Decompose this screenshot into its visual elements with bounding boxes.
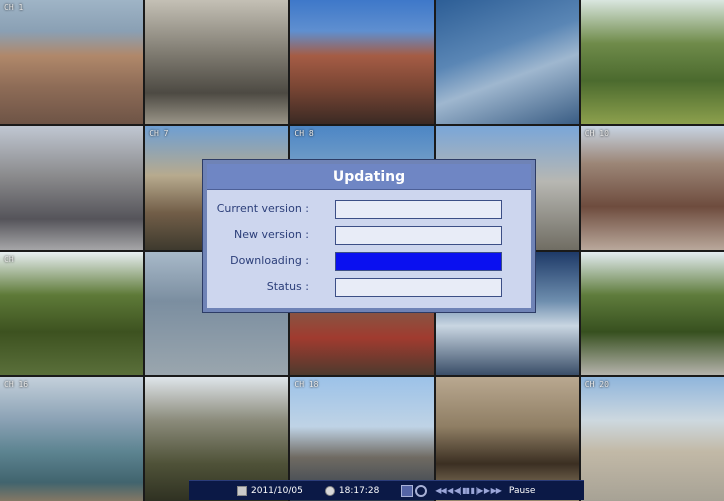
channel-label: CH	[4, 254, 14, 264]
update-dialog: Updating Current version : New version :…	[203, 160, 535, 312]
camera-tile[interactable]	[145, 0, 289, 124]
refresh-icon[interactable]	[415, 484, 428, 497]
download-progress-bar	[335, 252, 502, 271]
status-row: Status :	[207, 278, 531, 298]
new-version-label: New version :	[234, 228, 309, 241]
camera-tile[interactable]	[290, 0, 434, 124]
channel-label: CH 7	[149, 128, 169, 138]
calendar-icon	[237, 485, 247, 496]
camera-tile[interactable]	[580, 251, 724, 376]
playback-status-bar: 2011/10/05 18:17:28 ◀◀ ◀ ◀| ▮▮ ▮ |▶ ▶ ▶▶…	[189, 480, 584, 500]
clock-icon	[324, 485, 335, 496]
dialog-title: Updating	[207, 164, 531, 190]
channel-label: CH 20	[584, 380, 609, 390]
date-display: 2011/10/05	[251, 485, 303, 496]
camera-tile[interactable]: CH	[0, 251, 144, 376]
channel-label: CH 18	[294, 380, 319, 390]
status-label: Status :	[266, 280, 309, 293]
download-progress-fill	[336, 253, 501, 270]
playback-controls[interactable]: ◀◀ ◀ ◀| ▮▮ ▮ |▶ ▶ ▶▶	[435, 486, 502, 495]
new-version-row: New version :	[207, 226, 531, 246]
camera-tile[interactable]: CH 10	[580, 125, 724, 250]
layout-grid-icon[interactable]	[401, 484, 414, 497]
time-display: 18:17:28	[338, 485, 380, 496]
camera-tile[interactable]	[580, 0, 724, 124]
current-version-row: Current version :	[207, 200, 531, 220]
camera-tile[interactable]	[435, 0, 579, 124]
playback-mode: Pause	[508, 485, 536, 496]
channel-label: CH 8	[294, 128, 314, 138]
status-field	[335, 278, 502, 297]
channel-label: CH 1	[4, 3, 24, 12]
channel-label: CH 16	[4, 380, 29, 390]
downloading-label: Downloading :	[230, 254, 309, 267]
camera-tile[interactable]: CH 16	[0, 377, 144, 501]
current-version-label: Current version :	[216, 202, 309, 215]
new-version-field	[335, 226, 502, 245]
camera-tile[interactable]	[0, 125, 144, 250]
downloading-row: Downloading :	[207, 252, 531, 272]
camera-tile[interactable]: CH 20	[580, 377, 724, 501]
camera-tile[interactable]: CH 1	[0, 0, 144, 124]
channel-label: CH 10	[584, 128, 609, 138]
current-version-field	[335, 200, 502, 219]
